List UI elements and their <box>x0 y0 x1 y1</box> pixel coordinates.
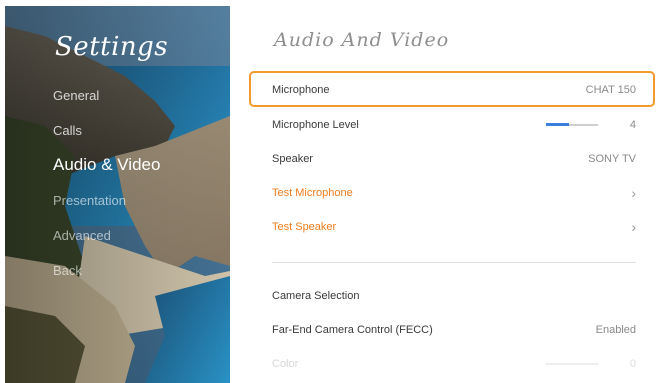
speaker-value: SONY TV <box>588 153 636 165</box>
color-slider[interactable]: 0 <box>545 358 636 370</box>
sidebar: Settings General Calls Audio & Video Pre… <box>5 6 230 383</box>
microphone-level-value: 4 <box>629 119 636 131</box>
camera-selection-label: Camera Selection <box>272 290 360 302</box>
test-speaker-row[interactable]: Test Speaker › <box>272 210 636 244</box>
sidebar-item-audio-video[interactable]: Audio & Video <box>53 156 160 191</box>
test-microphone-label: Test Microphone <box>272 187 353 199</box>
fecc-value: Enabled <box>595 324 636 336</box>
sidebar-title: Settings <box>55 32 169 62</box>
chevron-right-icon: › <box>631 185 636 201</box>
page-title: Audio And Video <box>274 29 450 51</box>
microphone-label: Microphone <box>272 84 330 96</box>
section-divider <box>272 262 636 263</box>
color-label: Color <box>272 358 299 370</box>
microphone-level-slider[interactable]: 4 <box>545 119 636 131</box>
sidebar-item-presentation[interactable]: Presentation <box>53 191 160 226</box>
microphone-row[interactable]: Microphone CHAT 150 <box>272 73 636 107</box>
chevron-right-icon: › <box>631 219 636 235</box>
microphone-value: CHAT 150 <box>585 84 636 96</box>
fecc-row[interactable]: Far-End Camera Control (FECC) Enabled <box>272 313 636 347</box>
camera-selection-row[interactable]: Camera Selection <box>272 279 636 313</box>
sidebar-item-general[interactable]: General <box>53 86 160 121</box>
sidebar-item-calls[interactable]: Calls <box>53 121 160 156</box>
sidebar-nav: General Calls Audio & Video Presentation… <box>53 86 160 296</box>
microphone-level-track[interactable] <box>545 123 598 126</box>
speaker-row[interactable]: Speaker SONY TV <box>272 142 636 176</box>
sidebar-item-back[interactable]: Back <box>53 261 160 296</box>
color-row[interactable]: Color 0 <box>272 347 636 381</box>
color-track[interactable] <box>545 363 598 365</box>
microphone-level-fill <box>545 123 570 126</box>
sidebar-item-advanced[interactable]: Advanced <box>53 226 160 261</box>
microphone-level-label: Microphone Level <box>272 119 359 131</box>
fecc-label: Far-End Camera Control (FECC) <box>272 324 433 336</box>
microphone-level-row[interactable]: Microphone Level 4 <box>272 108 636 142</box>
test-speaker-label: Test Speaker <box>272 221 337 233</box>
speaker-label: Speaker <box>272 153 313 165</box>
test-microphone-row[interactable]: Test Microphone › <box>272 176 636 210</box>
color-value: 0 <box>629 358 636 370</box>
